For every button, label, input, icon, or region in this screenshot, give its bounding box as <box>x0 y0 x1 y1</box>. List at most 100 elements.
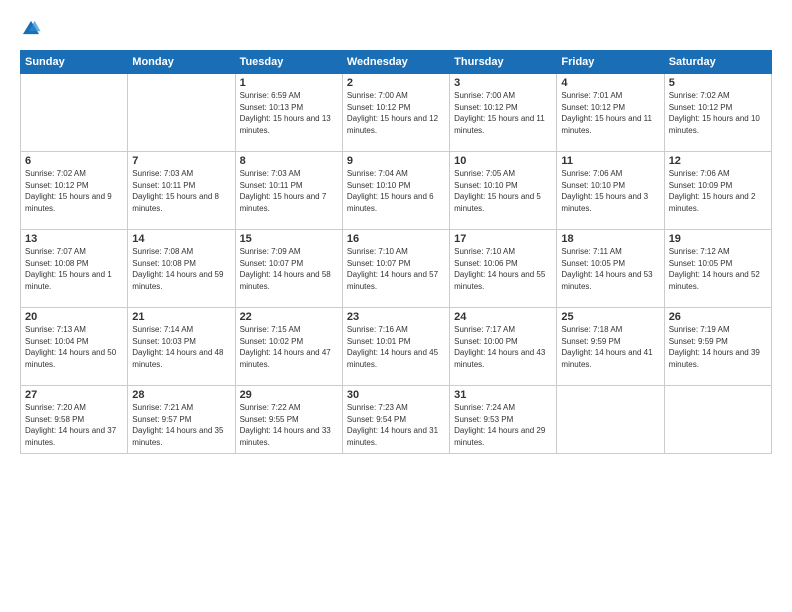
day-number: 21 <box>132 311 230 323</box>
day-cell: 19Sunrise: 7:12 AMSunset: 10:05 PMDaylig… <box>664 230 771 308</box>
day-info: Sunrise: 7:16 AMSunset: 10:01 PMDaylight… <box>347 324 445 370</box>
day-info: Sunrise: 7:05 AMSunset: 10:10 PMDaylight… <box>454 168 552 214</box>
day-cell: 3Sunrise: 7:00 AMSunset: 10:12 PMDayligh… <box>450 74 557 152</box>
day-number: 3 <box>454 77 552 89</box>
day-number: 17 <box>454 233 552 245</box>
day-info: Sunrise: 7:03 AMSunset: 10:11 PMDaylight… <box>240 168 338 214</box>
day-cell: 12Sunrise: 7:06 AMSunset: 10:09 PMDaylig… <box>664 152 771 230</box>
day-cell: 21Sunrise: 7:14 AMSunset: 10:03 PMDaylig… <box>128 308 235 386</box>
col-header-monday: Monday <box>128 51 235 74</box>
logo-icon <box>20 18 42 40</box>
day-cell: 6Sunrise: 7:02 AMSunset: 10:12 PMDayligh… <box>21 152 128 230</box>
day-info: Sunrise: 7:02 AMSunset: 10:12 PMDaylight… <box>669 90 767 136</box>
day-cell: 13Sunrise: 7:07 AMSunset: 10:08 PMDaylig… <box>21 230 128 308</box>
day-cell: 31Sunrise: 7:24 AMSunset: 9:53 PMDayligh… <box>450 386 557 454</box>
day-cell: 14Sunrise: 7:08 AMSunset: 10:08 PMDaylig… <box>128 230 235 308</box>
calendar-table: SundayMondayTuesdayWednesdayThursdayFrid… <box>20 50 772 454</box>
day-number: 25 <box>561 311 659 323</box>
day-info: Sunrise: 7:03 AMSunset: 10:11 PMDaylight… <box>132 168 230 214</box>
day-cell: 24Sunrise: 7:17 AMSunset: 10:00 PMDaylig… <box>450 308 557 386</box>
day-number: 15 <box>240 233 338 245</box>
day-number: 30 <box>347 389 445 401</box>
day-cell: 9Sunrise: 7:04 AMSunset: 10:10 PMDayligh… <box>342 152 449 230</box>
day-info: Sunrise: 7:11 AMSunset: 10:05 PMDaylight… <box>561 246 659 292</box>
day-cell: 8Sunrise: 7:03 AMSunset: 10:11 PMDayligh… <box>235 152 342 230</box>
day-number: 26 <box>669 311 767 323</box>
day-cell <box>128 74 235 152</box>
day-info: Sunrise: 7:10 AMSunset: 10:07 PMDaylight… <box>347 246 445 292</box>
header-row: SundayMondayTuesdayWednesdayThursdayFrid… <box>21 51 772 74</box>
day-info: Sunrise: 7:23 AMSunset: 9:54 PMDaylight:… <box>347 402 445 448</box>
day-cell: 5Sunrise: 7:02 AMSunset: 10:12 PMDayligh… <box>664 74 771 152</box>
week-row-4: 20Sunrise: 7:13 AMSunset: 10:04 PMDaylig… <box>21 308 772 386</box>
day-number: 4 <box>561 77 659 89</box>
day-number: 28 <box>132 389 230 401</box>
day-info: Sunrise: 7:24 AMSunset: 9:53 PMDaylight:… <box>454 402 552 448</box>
day-info: Sunrise: 7:02 AMSunset: 10:12 PMDaylight… <box>25 168 123 214</box>
day-cell: 17Sunrise: 7:10 AMSunset: 10:06 PMDaylig… <box>450 230 557 308</box>
day-cell: 27Sunrise: 7:20 AMSunset: 9:58 PMDayligh… <box>21 386 128 454</box>
day-cell: 7Sunrise: 7:03 AMSunset: 10:11 PMDayligh… <box>128 152 235 230</box>
day-info: Sunrise: 7:04 AMSunset: 10:10 PMDaylight… <box>347 168 445 214</box>
day-number: 29 <box>240 389 338 401</box>
day-cell: 26Sunrise: 7:19 AMSunset: 9:59 PMDayligh… <box>664 308 771 386</box>
day-cell: 15Sunrise: 7:09 AMSunset: 10:07 PMDaylig… <box>235 230 342 308</box>
day-info: Sunrise: 6:59 AMSunset: 10:13 PMDaylight… <box>240 90 338 136</box>
day-cell: 16Sunrise: 7:10 AMSunset: 10:07 PMDaylig… <box>342 230 449 308</box>
day-cell: 4Sunrise: 7:01 AMSunset: 10:12 PMDayligh… <box>557 74 664 152</box>
day-info: Sunrise: 7:07 AMSunset: 10:08 PMDaylight… <box>25 246 123 292</box>
day-info: Sunrise: 7:09 AMSunset: 10:07 PMDaylight… <box>240 246 338 292</box>
day-cell: 22Sunrise: 7:15 AMSunset: 10:02 PMDaylig… <box>235 308 342 386</box>
day-number: 19 <box>669 233 767 245</box>
day-cell: 1Sunrise: 6:59 AMSunset: 10:13 PMDayligh… <box>235 74 342 152</box>
day-info: Sunrise: 7:15 AMSunset: 10:02 PMDaylight… <box>240 324 338 370</box>
day-cell: 28Sunrise: 7:21 AMSunset: 9:57 PMDayligh… <box>128 386 235 454</box>
logo <box>20 18 46 40</box>
day-info: Sunrise: 7:22 AMSunset: 9:55 PMDaylight:… <box>240 402 338 448</box>
day-info: Sunrise: 7:13 AMSunset: 10:04 PMDaylight… <box>25 324 123 370</box>
day-info: Sunrise: 7:14 AMSunset: 10:03 PMDaylight… <box>132 324 230 370</box>
day-cell: 23Sunrise: 7:16 AMSunset: 10:01 PMDaylig… <box>342 308 449 386</box>
day-info: Sunrise: 7:21 AMSunset: 9:57 PMDaylight:… <box>132 402 230 448</box>
day-number: 12 <box>669 155 767 167</box>
day-cell: 29Sunrise: 7:22 AMSunset: 9:55 PMDayligh… <box>235 386 342 454</box>
day-info: Sunrise: 7:12 AMSunset: 10:05 PMDaylight… <box>669 246 767 292</box>
day-info: Sunrise: 7:19 AMSunset: 9:59 PMDaylight:… <box>669 324 767 370</box>
day-cell: 30Sunrise: 7:23 AMSunset: 9:54 PMDayligh… <box>342 386 449 454</box>
day-number: 13 <box>25 233 123 245</box>
day-number: 20 <box>25 311 123 323</box>
col-header-wednesday: Wednesday <box>342 51 449 74</box>
day-number: 23 <box>347 311 445 323</box>
day-number: 1 <box>240 77 338 89</box>
week-row-3: 13Sunrise: 7:07 AMSunset: 10:08 PMDaylig… <box>21 230 772 308</box>
day-info: Sunrise: 7:06 AMSunset: 10:09 PMDaylight… <box>669 168 767 214</box>
page: SundayMondayTuesdayWednesdayThursdayFrid… <box>0 0 792 612</box>
day-number: 14 <box>132 233 230 245</box>
day-cell: 20Sunrise: 7:13 AMSunset: 10:04 PMDaylig… <box>21 308 128 386</box>
day-cell <box>557 386 664 454</box>
col-header-thursday: Thursday <box>450 51 557 74</box>
day-number: 16 <box>347 233 445 245</box>
day-number: 10 <box>454 155 552 167</box>
week-row-1: 1Sunrise: 6:59 AMSunset: 10:13 PMDayligh… <box>21 74 772 152</box>
day-info: Sunrise: 7:17 AMSunset: 10:00 PMDaylight… <box>454 324 552 370</box>
day-info: Sunrise: 7:06 AMSunset: 10:10 PMDaylight… <box>561 168 659 214</box>
day-number: 27 <box>25 389 123 401</box>
day-number: 6 <box>25 155 123 167</box>
day-info: Sunrise: 7:20 AMSunset: 9:58 PMDaylight:… <box>25 402 123 448</box>
col-header-tuesday: Tuesday <box>235 51 342 74</box>
day-number: 11 <box>561 155 659 167</box>
day-number: 9 <box>347 155 445 167</box>
day-number: 22 <box>240 311 338 323</box>
day-number: 31 <box>454 389 552 401</box>
day-number: 5 <box>669 77 767 89</box>
week-row-5: 27Sunrise: 7:20 AMSunset: 9:58 PMDayligh… <box>21 386 772 454</box>
day-info: Sunrise: 7:18 AMSunset: 9:59 PMDaylight:… <box>561 324 659 370</box>
day-info: Sunrise: 7:00 AMSunset: 10:12 PMDaylight… <box>454 90 552 136</box>
day-info: Sunrise: 7:00 AMSunset: 10:12 PMDaylight… <box>347 90 445 136</box>
day-cell: 11Sunrise: 7:06 AMSunset: 10:10 PMDaylig… <box>557 152 664 230</box>
day-number: 8 <box>240 155 338 167</box>
day-cell: 2Sunrise: 7:00 AMSunset: 10:12 PMDayligh… <box>342 74 449 152</box>
day-cell: 18Sunrise: 7:11 AMSunset: 10:05 PMDaylig… <box>557 230 664 308</box>
col-header-saturday: Saturday <box>664 51 771 74</box>
